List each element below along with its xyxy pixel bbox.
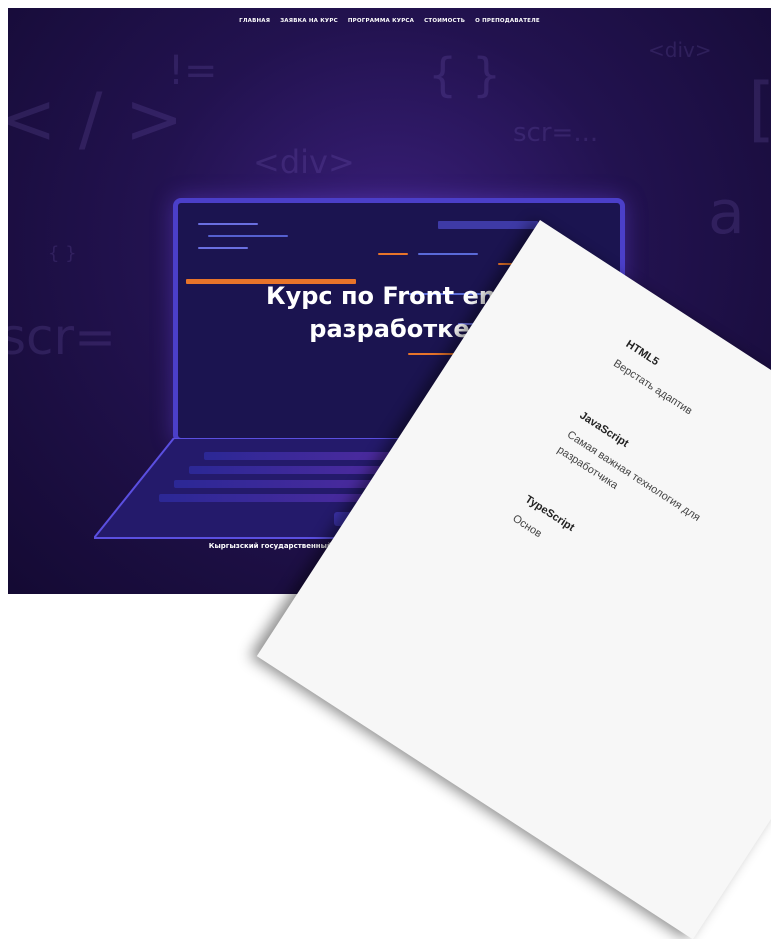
nav-item-teacher[interactable]: О ПРЕПОДАВАТЕЛЕ <box>475 18 540 24</box>
code-line <box>198 223 258 225</box>
nav-item-apply[interactable]: ЗАЯВКА НА КУРС <box>280 18 338 24</box>
deco-div-tag: <div> <box>253 143 355 181</box>
deco-bracket: [ <box>748 68 771 150</box>
deco-code-tag: < / > <box>8 78 184 160</box>
nav-item-price[interactable]: СТОИМОСТЬ <box>424 18 465 24</box>
deco-div-tag: <div> <box>648 38 712 62</box>
deco-braces: { } <box>48 243 77 264</box>
code-line <box>438 221 538 229</box>
code-line <box>198 247 248 249</box>
deco-letter: a <box>708 178 745 248</box>
code-line <box>378 253 408 255</box>
code-line <box>418 253 478 255</box>
deco-scr: scr=... <box>513 118 599 148</box>
nav-item-program[interactable]: ПРОГРАММА КУРСА <box>348 18 414 24</box>
code-line <box>208 235 288 237</box>
deco-not-equal: != <box>168 48 218 94</box>
deco-braces: { } <box>428 48 502 102</box>
top-nav: ГЛАВНАЯ ЗАЯВКА НА КУРС ПРОГРАММА КУРСА С… <box>8 18 771 24</box>
nav-item-home[interactable]: ГЛАВНАЯ <box>239 18 270 24</box>
